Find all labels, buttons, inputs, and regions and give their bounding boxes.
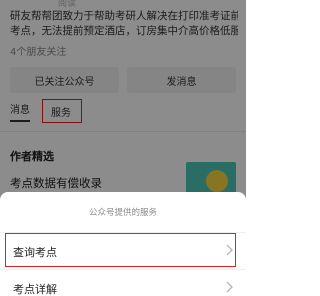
chevron-right-icon [226, 281, 233, 293]
service-item-highlight [5, 233, 236, 267]
service-item-exam-site-details[interactable]: 考点详解 [0, 269, 246, 296]
sheet-title: 公众号提供的服务 [88, 208, 157, 218]
services-sheet: 公众号提供的服务 查询考点 考点详解 [0, 192, 246, 296]
service-item-label: 考点详解 [13, 283, 57, 296]
account-profile-page: 阅读 研友帮帮团致力于帮助考研人解决在打印准考证前不知 考点，无法提前预定酒店，… [0, 0, 246, 296]
